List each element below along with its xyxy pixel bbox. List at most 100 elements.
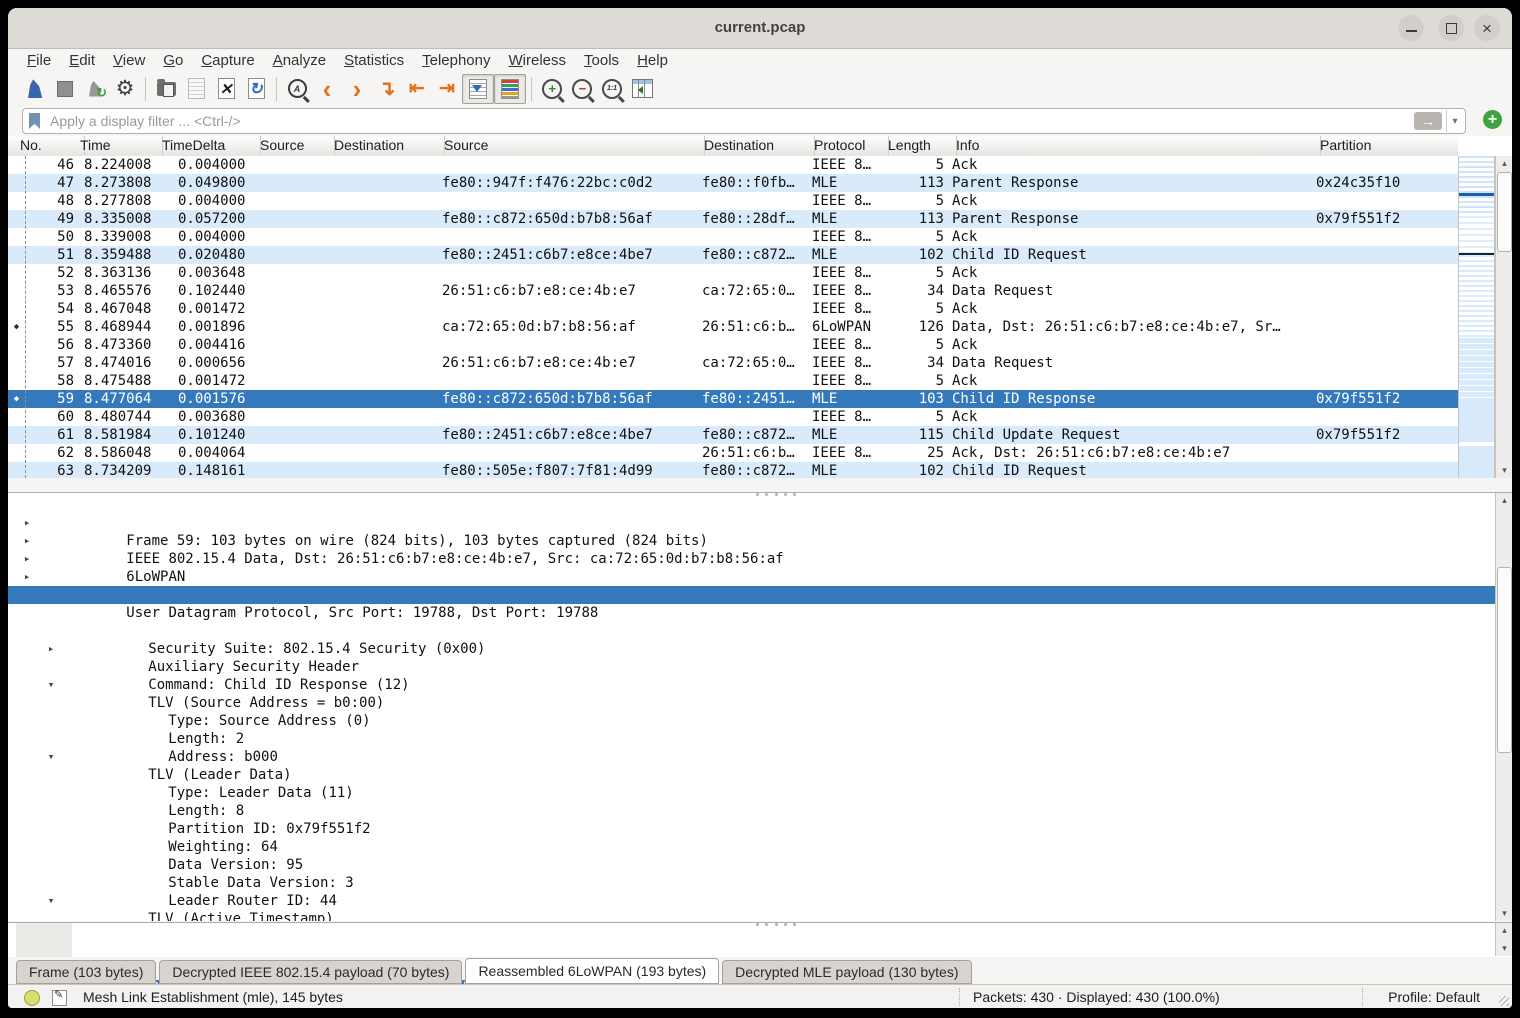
packet-row[interactable]: 49 8.335008 0.057200 fe80::c872:650d:b7b… xyxy=(8,210,1458,228)
column-header[interactable]: Info xyxy=(948,136,1321,155)
resize-grip[interactable] xyxy=(1499,996,1509,1006)
packet-row[interactable]: 58 8.475488 0.001472 IEEE 8… 5 Ack xyxy=(8,372,1458,390)
hex-row[interactable]: 0030 00 15 0d 00 00 00 00 0000 00 01 75 … xyxy=(16,925,671,943)
zoom-out-button[interactable]: − xyxy=(567,75,597,103)
stop-capture-button[interactable] xyxy=(50,75,80,103)
column-header[interactable]: TimeDelta xyxy=(154,136,261,155)
go-to-packet-button[interactable]: ↴ xyxy=(372,75,402,103)
scroll-down-arrow[interactable]: ▾ xyxy=(1496,463,1512,478)
packet-row[interactable]: 46 8.224008 0.004000 IEEE 8… 5 Ack xyxy=(8,156,1458,174)
column-header[interactable]: Time xyxy=(72,136,163,155)
packet-row[interactable]: ◆ 55 8.468944 0.001896 ca:72:65:0d:b7:b8… xyxy=(8,318,1458,336)
column-header[interactable]: Length xyxy=(880,136,957,155)
auto-scroll-toggle[interactable] xyxy=(462,74,494,104)
filter-dropdown-caret[interactable]: ▾ xyxy=(1446,110,1463,132)
packet-row[interactable]: 50 8.339008 0.004000 IEEE 8… 5 Ack xyxy=(8,228,1458,246)
pane-splitter[interactable] xyxy=(756,923,796,927)
detail-row[interactable]: Type: Active Timestamp (22) xyxy=(8,892,1495,910)
byte-view-tab[interactable]: Frame (103 bytes) xyxy=(16,960,156,984)
packet-row[interactable]: 48 8.277808 0.004000 IEEE 8… 5 Ack xyxy=(8,192,1458,210)
menu-item[interactable]: View xyxy=(104,50,154,71)
detail-row[interactable]: ▾ TLV (Leader Data) xyxy=(8,730,1495,748)
close-file-button[interactable]: ✕ xyxy=(211,75,241,103)
column-header[interactable]: Destination xyxy=(696,136,815,155)
menu-item[interactable]: Telephony xyxy=(413,50,499,71)
detail-row[interactable]: Command: Child ID Response (12) xyxy=(8,640,1495,658)
packet-row[interactable]: 54 8.467048 0.001472 IEEE 8… 5 Ack xyxy=(8,300,1458,318)
hex-scrollbar[interactable]: ▴ ▾ xyxy=(1495,923,1512,956)
detail-row[interactable]: ▸ Internet Protocol Version 6, Src: fe80… xyxy=(8,550,1495,568)
menu-item[interactable]: Capture xyxy=(192,50,263,71)
menu-item[interactable]: Statistics xyxy=(335,50,413,71)
menu-item[interactable]: Edit xyxy=(60,50,104,71)
reload-file-button[interactable]: ↻ xyxy=(241,75,271,103)
scrollbar-thumb[interactable] xyxy=(1497,172,1512,252)
byte-view-tab[interactable]: Reassembled 6LoWPAN (193 bytes) xyxy=(465,958,719,984)
capture-comment-icon[interactable] xyxy=(52,990,67,1006)
detail-row[interactable]: Address: b000 xyxy=(8,712,1495,730)
packet-row[interactable]: 63 8.734209 0.148161 fe80::505e:f807:7f8… xyxy=(8,462,1458,478)
column-header[interactable]: Source xyxy=(436,136,705,155)
byte-view-tab[interactable]: Decrypted IEEE 802.15.4 payload (70 byte… xyxy=(159,960,462,984)
detail-row[interactable]: ▾ TLV (Source Address = b0:00) xyxy=(8,658,1495,676)
packet-row[interactable]: ◆ 59 8.477064 0.001576 fe80::c872:650d:b… xyxy=(8,390,1458,408)
colorize-toggle[interactable] xyxy=(494,74,526,104)
packet-row[interactable]: 53 8.465576 0.102440 26:51:c6:b7:e8:ce:4… xyxy=(8,282,1458,300)
close-button[interactable]: × xyxy=(1474,15,1500,41)
detail-row[interactable]: Type: Source Address (0) xyxy=(8,676,1495,694)
menu-item[interactable]: Analyze xyxy=(264,50,335,71)
minimize-button[interactable] xyxy=(1398,15,1424,41)
detail-row[interactable]: ▸ IEEE 802.15.4 Data, Dst: 26:51:c6:b7:e… xyxy=(8,514,1495,532)
menu-item[interactable]: Wireless xyxy=(500,50,576,71)
detail-row[interactable]: Leader Router ID: 44 xyxy=(8,856,1495,874)
menu-item[interactable]: Tools xyxy=(575,50,628,71)
zoom-reset-button[interactable]: 1:1 xyxy=(597,75,627,103)
find-packet-button[interactable]: A xyxy=(282,75,312,103)
go-last-packet-button[interactable]: ⇥ xyxy=(432,75,462,103)
go-first-packet-button[interactable]: ⇤ xyxy=(402,75,432,103)
scroll-down-arrow[interactable]: ▾ xyxy=(1496,906,1512,921)
display-filter-field[interactable]: → ▾ xyxy=(22,108,1466,134)
go-forward-button[interactable]: › xyxy=(342,75,372,103)
bookmark-icon[interactable] xyxy=(29,113,40,129)
detail-row[interactable]: Weighting: 64 xyxy=(8,802,1495,820)
scroll-up-arrow[interactable]: ▴ xyxy=(1496,493,1512,508)
packet-row[interactable]: 47 8.273808 0.049800 fe80::947f:f476:22b… xyxy=(8,174,1458,192)
capture-options-button[interactable]: ⚙ xyxy=(110,75,140,103)
detail-row[interactable]: Length: 8 xyxy=(8,910,1495,921)
packet-list-scrollbar[interactable]: ▴ ▾ xyxy=(1495,156,1512,478)
menu-item[interactable]: Go xyxy=(154,50,192,71)
open-file-button[interactable] xyxy=(151,75,181,103)
scroll-up-arrow[interactable]: ▴ xyxy=(1496,923,1512,938)
detail-row[interactable]: Security Suite: 802.15.4 Security (0x00) xyxy=(8,604,1495,622)
column-header[interactable]: Source xyxy=(252,136,335,155)
scroll-down-arrow[interactable]: ▾ xyxy=(1496,941,1512,956)
column-header[interactable]: Protocol xyxy=(806,136,889,155)
expert-info-icon[interactable] xyxy=(24,990,40,1006)
packet-row[interactable]: 61 8.581984 0.101240 fe80::2451:c6b7:e8c… xyxy=(8,426,1458,444)
detail-row[interactable]: Length: 8 xyxy=(8,766,1495,784)
start-capture-button[interactable] xyxy=(20,75,50,103)
titlebar[interactable]: current.pcap × xyxy=(8,8,1512,49)
packet-row[interactable]: 51 8.359488 0.020480 fe80::2451:c6b7:e8c… xyxy=(8,246,1458,264)
save-file-button[interactable] xyxy=(181,75,211,103)
packet-row[interactable]: 60 8.480744 0.003680 IEEE 8… 5 Ack xyxy=(8,408,1458,426)
detail-row[interactable]: ▾ Mesh Link Establishment xyxy=(8,586,1495,604)
detail-row[interactable]: Type: Leader Data (11) xyxy=(8,748,1495,766)
menu-item[interactable]: File xyxy=(18,50,60,71)
column-header[interactable]: Partition xyxy=(1312,136,1466,155)
detail-row[interactable]: Partition ID: 0x79f551f2 xyxy=(8,784,1495,802)
detail-row[interactable]: ▸ Auxiliary Security Header xyxy=(8,622,1495,640)
packet-row[interactable]: 62 8.586048 0.004064 26:51:c6:b… IEEE 8…… xyxy=(8,444,1458,462)
display-filter-input[interactable] xyxy=(48,112,1414,130)
add-filter-button[interactable]: + xyxy=(1483,110,1502,129)
menu-item[interactable]: Help xyxy=(628,50,677,71)
scroll-up-arrow[interactable]: ▴ xyxy=(1496,156,1512,171)
detail-row[interactable]: Length: 2 xyxy=(8,694,1495,712)
detail-row[interactable]: Data Version: 95 xyxy=(8,820,1495,838)
status-profile[interactable]: Profile: Default xyxy=(1388,985,1480,1008)
detail-row[interactable]: ▾ TLV (Active Timestamp) xyxy=(8,874,1495,892)
detail-row[interactable]: ▸ User Datagram Protocol, Src Port: 1978… xyxy=(8,568,1495,586)
detail-row[interactable]: ▸ 6LoWPAN xyxy=(8,532,1495,550)
resize-columns-button[interactable] xyxy=(627,75,657,103)
